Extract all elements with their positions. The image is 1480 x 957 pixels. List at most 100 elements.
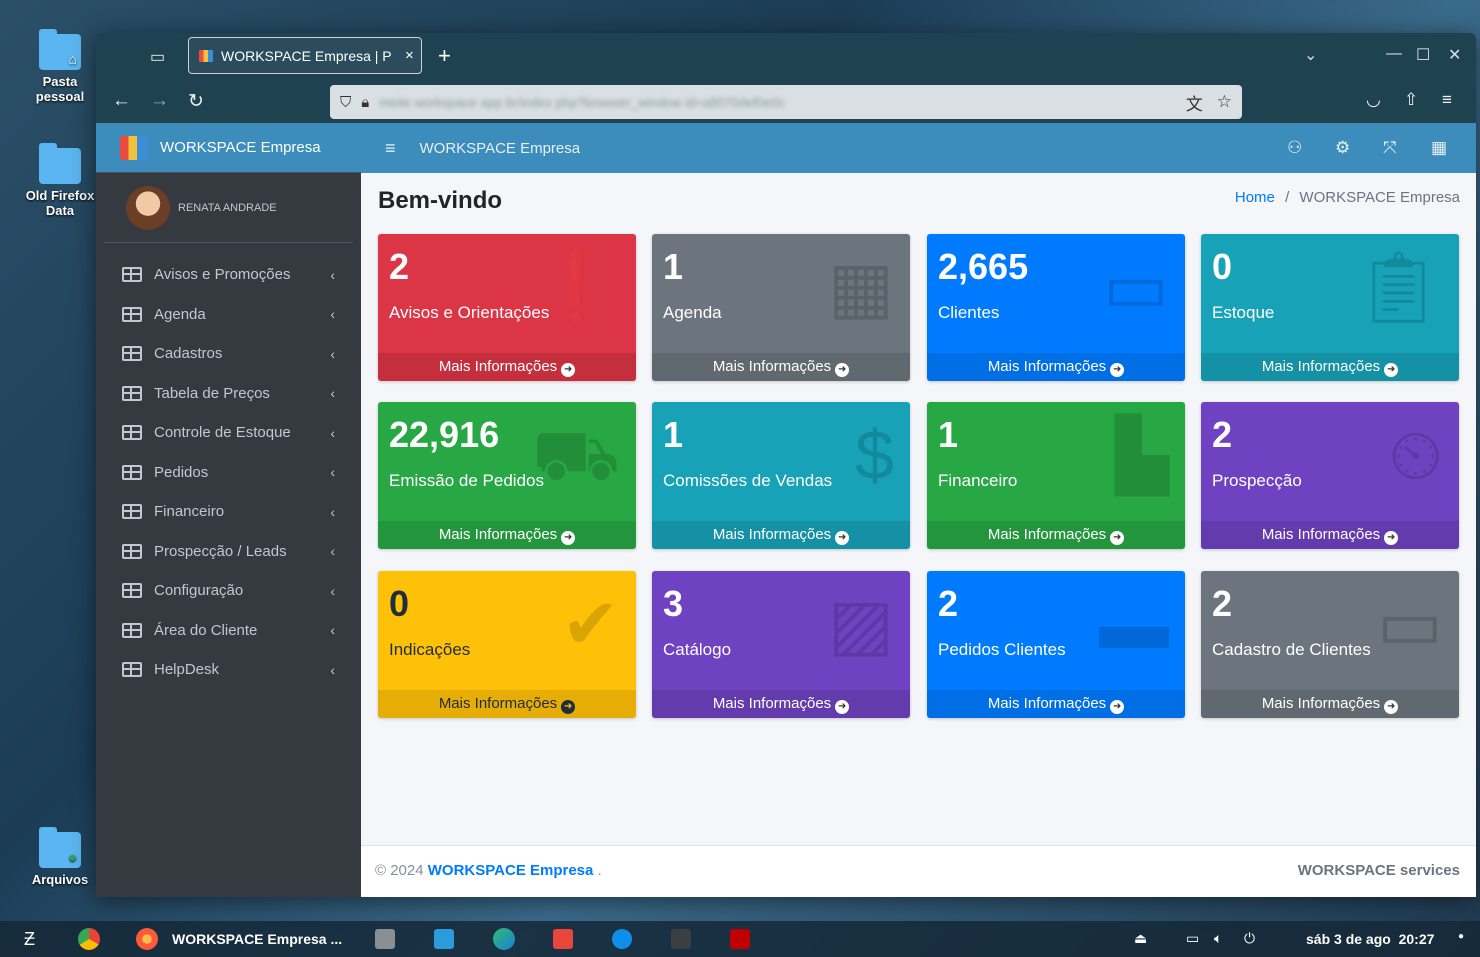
zorin-menu-icon[interactable]: Ƶ xyxy=(24,929,35,950)
desktop-icon-home-folder[interactable]: ⌂ Pasta pessoal xyxy=(20,29,100,104)
brand-link[interactable]: WORKSPACE Empresa xyxy=(96,123,361,173)
lock-icon[interactable]: 🔒︎ xyxy=(361,94,369,111)
more-info-label: Mais Informações xyxy=(712,695,832,712)
taskbar-firefox-label[interactable]: WORKSPACE Empresa ... xyxy=(172,931,342,947)
gear-icon[interactable]: ⚙ xyxy=(1335,138,1350,158)
tab-list-icon[interactable]: ▭ xyxy=(150,47,165,67)
notification-dot-icon[interactable]: ● xyxy=(1458,931,1464,942)
topbar-title: WORKSPACE Empresa xyxy=(419,139,581,157)
info-box-cadastro-clientes: 2 Cadastro de Clientes ▭ Mais Informaçõe… xyxy=(1201,571,1459,718)
more-info-link[interactable]: Mais Informações ➜ xyxy=(378,690,636,718)
edge-icon[interactable] xyxy=(493,928,515,950)
sidebar-item-avisos[interactable]: Avisos e Promoções ‹ xyxy=(96,255,361,295)
store-icon[interactable] xyxy=(434,929,454,949)
sidebar-item-label: Controle de Estoque xyxy=(154,424,291,442)
user-icon[interactable]: ⚇ xyxy=(1287,138,1302,158)
images-icon: ▨ xyxy=(827,585,894,663)
box-value: 3 xyxy=(663,583,684,624)
box-label: Clientes xyxy=(938,303,1000,322)
breadcrumb-home-link[interactable]: Home xyxy=(1235,189,1275,206)
more-info-link[interactable]: Mais Informações ➜ xyxy=(378,353,636,381)
more-info-link[interactable]: Mais Informações ➜ xyxy=(1201,690,1459,718)
chevron-left-icon: ‹ xyxy=(330,345,335,362)
extensions-icon[interactable]: ⇧ xyxy=(1404,90,1418,110)
sidebar-item-controle-estoque[interactable]: Controle de Estoque ‹ xyxy=(96,413,361,453)
chevron-left-icon: ‹ xyxy=(330,622,335,639)
sidebar-item-pedidos[interactable]: Pedidos ‹ xyxy=(96,453,361,493)
pocket-icon[interactable]: ◡ xyxy=(1366,90,1381,110)
files-icon[interactable] xyxy=(375,929,395,949)
display-icon[interactable]: ▭ xyxy=(1186,930,1199,947)
page-title: Bem-vindo xyxy=(378,187,503,214)
sidebar-item-helpdesk[interactable]: HelpDesk ‹ xyxy=(96,650,361,690)
clock[interactable]: sáb 3 de ago 20:27 xyxy=(1306,931,1434,947)
eject-icon[interactable]: ⏏ xyxy=(1134,930,1147,947)
new-tab-button[interactable]: + xyxy=(438,43,451,69)
volume-icon[interactable]: 🔈︎ xyxy=(1214,930,1222,947)
terminal-icon[interactable] xyxy=(671,929,691,949)
sidebar-item-prospeccao[interactable]: Prospecção / Leads ‹ xyxy=(96,532,361,572)
chrome-icon[interactable] xyxy=(78,928,100,950)
minimize-icon[interactable]: — xyxy=(1386,45,1402,63)
desktop-icon-old-firefox-data[interactable]: Old Firefox Data xyxy=(20,143,100,218)
calendar-icon: ▦ xyxy=(827,248,894,326)
info-box-emissao-pedidos: 22,916 Emissão de Pedidos ⛟ Mais Informa… xyxy=(378,402,636,549)
url-bar[interactable]: ⛉ 🔒︎ meite workspace app br/index php?br… xyxy=(330,85,1242,119)
firefox-icon[interactable] xyxy=(136,928,158,950)
sidebar-item-configuracao[interactable]: Configuração ‹ xyxy=(96,571,361,611)
brand-logo-icon xyxy=(120,135,148,160)
translate-icon[interactable]: 文 xyxy=(1186,90,1203,115)
maximize-icon[interactable]: ☐ xyxy=(1416,45,1430,65)
bookmark-star-icon[interactable]: ☆ xyxy=(1217,92,1232,112)
more-info-link[interactable]: Mais Informações ➜ xyxy=(652,353,910,381)
more-info-link[interactable]: Mais Informações ➜ xyxy=(927,690,1185,718)
url-text[interactable]: meite workspace app br/index php?browser… xyxy=(379,95,1172,110)
more-info-label: Mais Informações xyxy=(438,695,558,712)
back-icon[interactable]: ← xyxy=(112,90,131,112)
arrow-circle-right-icon: ➜ xyxy=(835,531,850,545)
box-label: Prospecção xyxy=(1212,471,1302,490)
more-info-link[interactable]: Mais Informações ➜ xyxy=(927,521,1185,549)
nav-bar: ← → ↻ ⛉ 🔒︎ meite workspace app br/index … xyxy=(96,79,1476,123)
sidebar-item-area-cliente[interactable]: Área do Cliente ‹ xyxy=(96,611,361,651)
browser-tab[interactable]: WORKSPACE Empresa | P × xyxy=(188,37,422,74)
box-value: 0 xyxy=(389,583,410,624)
more-info-link[interactable]: Mais Informações ➜ xyxy=(652,521,910,549)
forward-icon[interactable]: → xyxy=(150,90,169,112)
more-info-link[interactable]: Mais Informações ➜ xyxy=(652,690,910,718)
sidebar: WORKSPACE Empresa RENATA ANDRADE Avisos … xyxy=(96,123,361,897)
folder-icon: ⌂ xyxy=(39,29,81,70)
sidebar-item-cadastros[interactable]: Cadastros ‹ xyxy=(96,334,361,374)
more-info-link[interactable]: Mais Informações ➜ xyxy=(378,521,636,549)
power-icon[interactable]: ⏻ xyxy=(1244,930,1255,947)
desktop-icon-arquivos[interactable]: ● Arquivos xyxy=(20,827,100,887)
table-icon xyxy=(122,464,142,480)
sidebar-item-tabela-precos[interactable]: Tabela de Preços ‹ xyxy=(96,374,361,414)
sidebar-item-financeiro[interactable]: Financeiro ‹ xyxy=(96,492,361,532)
table-icon xyxy=(122,583,142,599)
anydesk-icon[interactable] xyxy=(553,929,573,949)
fullscreen-icon[interactable]: ⤧ xyxy=(1383,138,1397,158)
grid-icon[interactable]: ▦ xyxy=(1431,138,1447,158)
favicon-icon xyxy=(199,49,213,62)
reload-icon[interactable]: ↻ xyxy=(188,90,204,113)
taskbar: Ƶ WORKSPACE Empresa ... ⏏ ▭ 🔈︎ ⏻ sáb 3 d… xyxy=(0,921,1480,957)
box-value: 0 xyxy=(1212,246,1233,287)
shield-icon[interactable]: ⛉ xyxy=(340,94,351,111)
chevron-left-icon: ‹ xyxy=(330,266,335,283)
hamburger-menu-icon[interactable]: ≡ xyxy=(385,138,396,159)
more-info-link[interactable]: Mais Informações ➜ xyxy=(927,353,1185,381)
sidebar-item-agenda[interactable]: Agenda ‹ xyxy=(96,295,361,335)
teamviewer-icon[interactable] xyxy=(612,929,632,949)
user-panel[interactable]: RENATA ANDRADE xyxy=(104,173,353,243)
filezilla-icon[interactable] xyxy=(730,929,750,949)
menu-icon[interactable]: ≡ xyxy=(1442,90,1452,110)
arrow-circle-right-icon: ➜ xyxy=(561,700,576,714)
more-info-link[interactable]: Mais Informações ➜ xyxy=(1201,353,1459,381)
close-window-icon[interactable]: ✕ xyxy=(1448,45,1461,65)
footer-brand-link[interactable]: WORKSPACE Empresa xyxy=(428,862,594,879)
close-tab-icon[interactable]: × xyxy=(405,47,414,64)
chevron-down-icon[interactable]: ⌄ xyxy=(1304,45,1317,65)
table-icon xyxy=(122,385,142,401)
more-info-link[interactable]: Mais Informações ➜ xyxy=(1201,521,1459,549)
